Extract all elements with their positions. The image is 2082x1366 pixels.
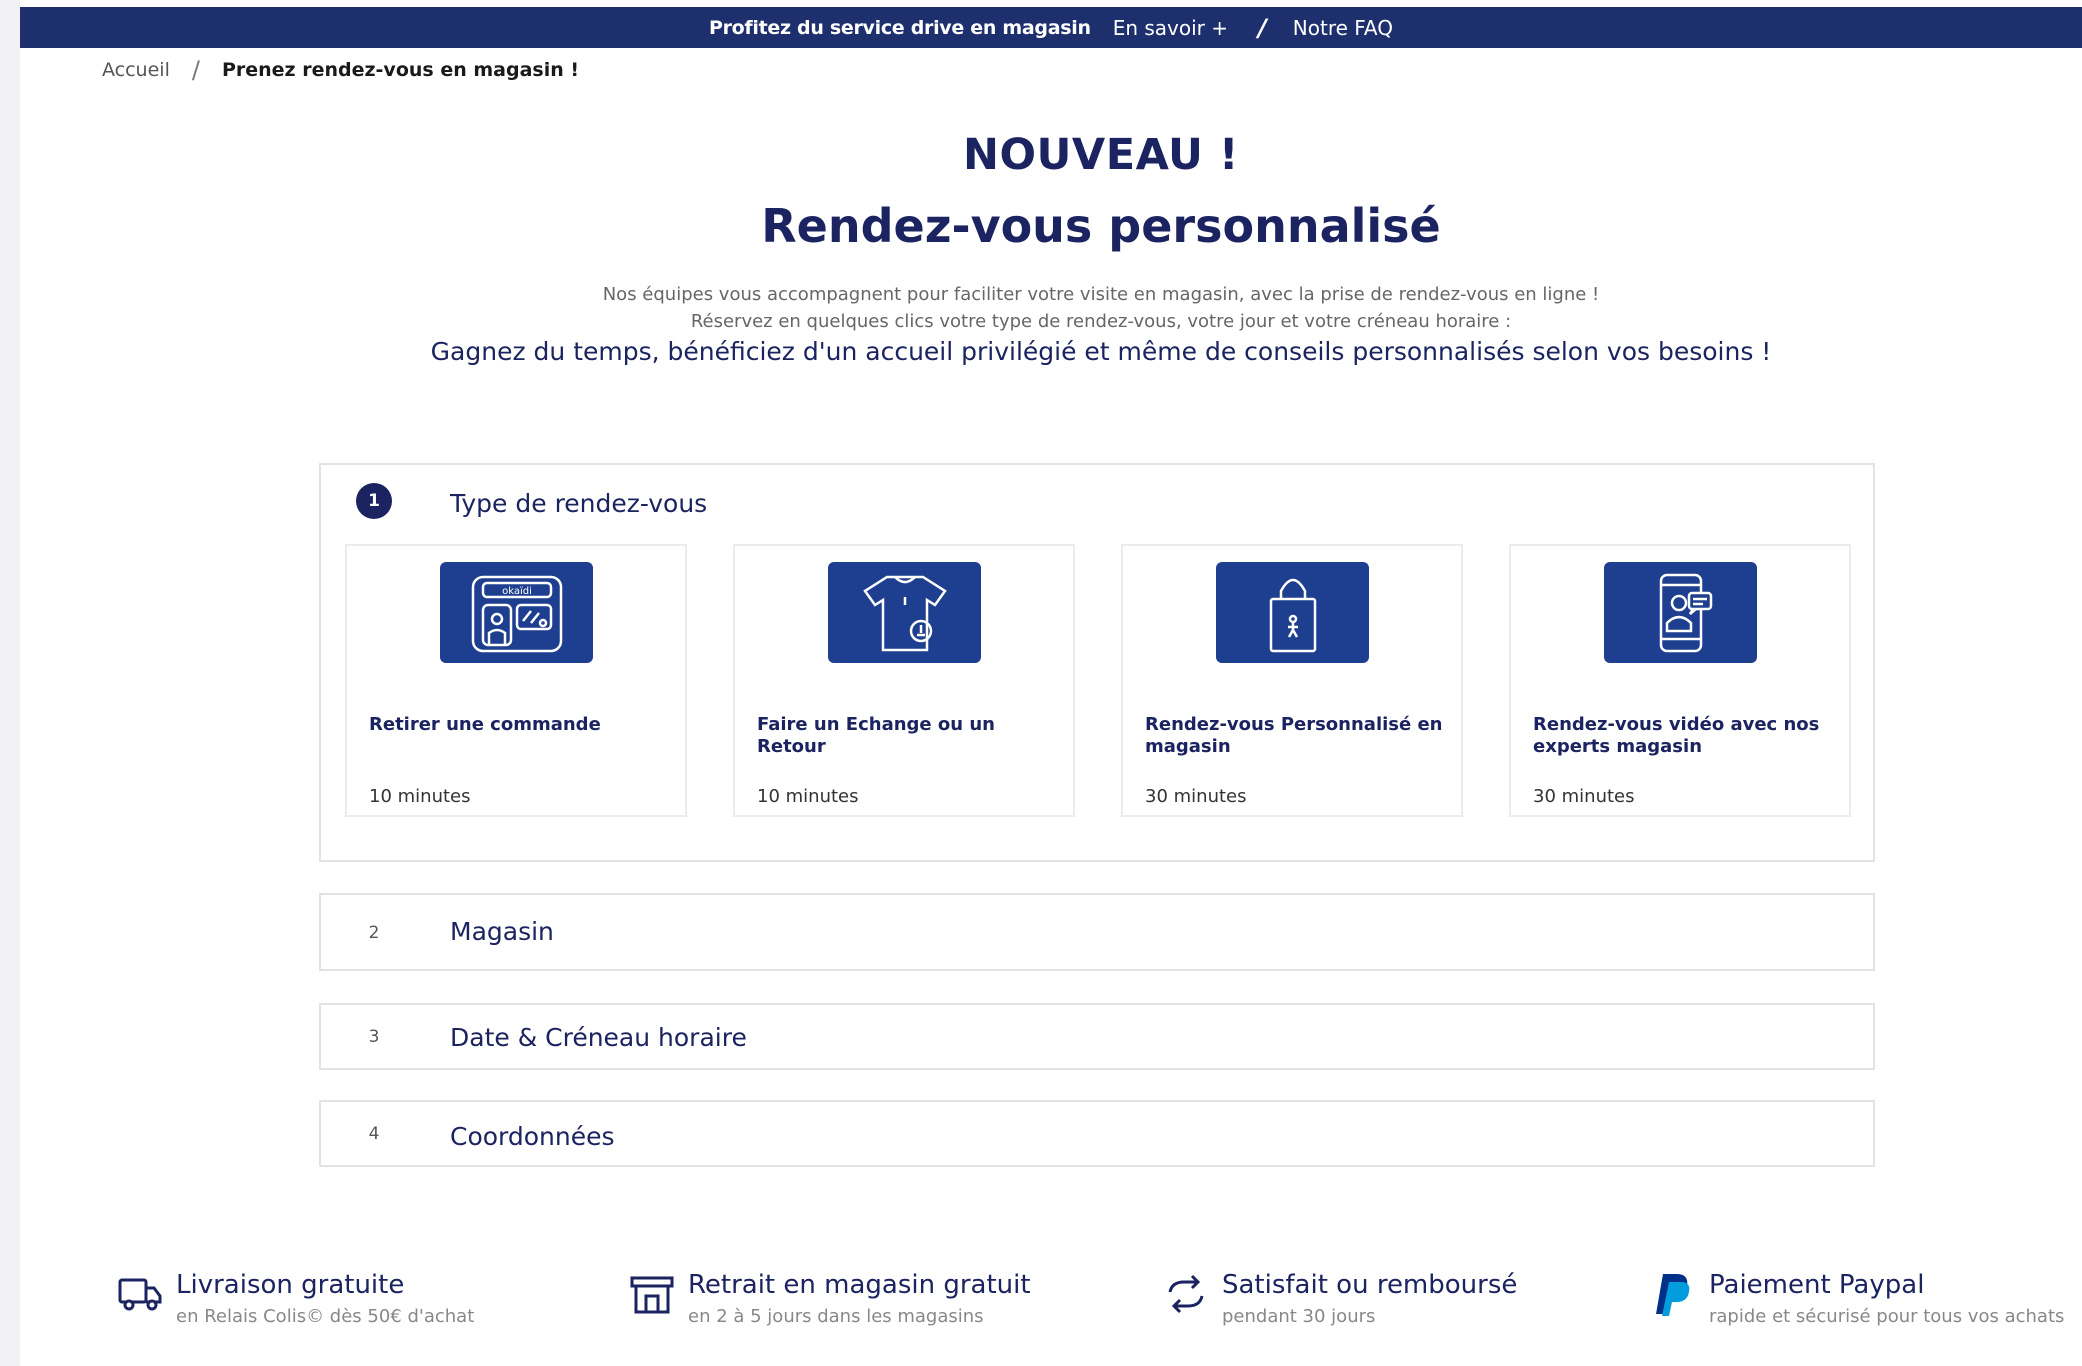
- tshirt-exchange-icon: [828, 562, 981, 663]
- feature-subtitle: pendant 30 jours: [1222, 1306, 1376, 1327]
- intro-line-2: Réservez en quelques clics votre type de…: [690, 311, 1512, 332]
- feature-paypal: Paiement Paypal rapide et sécurisé pour …: [1649, 1270, 2064, 1327]
- feature-title: Satisfait ou remboursé: [1222, 1270, 1518, 1300]
- store-sign-text: okaïdi: [502, 586, 532, 597]
- card-title: Rendez-vous vidéo avec nos experts magas…: [1533, 714, 1820, 757]
- card-duration: 10 minutes: [369, 786, 471, 807]
- banner-separator: /: [1258, 13, 1267, 42]
- card-pickup-order[interactable]: okaïdi Retirer une commande 10 minutes: [345, 544, 687, 817]
- appointment-type-cards: okaïdi Retirer une commande 10 minutes F…: [345, 544, 1851, 817]
- step-store[interactable]: 2 Magasin: [319, 893, 1875, 971]
- step-appointment-type: 1 Type de rendez-vous okaïdi Retirer une…: [319, 463, 1875, 862]
- feature-satisfaction: Satisfait ou remboursé pendant 30 jours: [1162, 1270, 1517, 1327]
- banner-learn-more-link[interactable]: En savoir +: [1113, 16, 1228, 40]
- step-number: 4: [368, 1124, 380, 1144]
- card-duration: 10 minutes: [757, 786, 859, 807]
- breadcrumb: Accueil / Prenez rendez-vous en magasin …: [102, 56, 579, 84]
- store-pickup-icon: okaïdi: [440, 562, 593, 663]
- store-icon: [630, 1276, 674, 1314]
- step-label: Coordonnées: [450, 1122, 615, 1151]
- breadcrumb-home-link[interactable]: Accueil: [102, 59, 170, 81]
- feature-store-pickup: Retrait en magasin gratuit en 2 à 5 jour…: [628, 1270, 1031, 1327]
- page-kicker: NOUVEAU !: [962, 130, 1240, 180]
- card-video-appointment[interactable]: Rendez-vous vidéo avec nos experts magas…: [1509, 544, 1851, 817]
- step-contact-details[interactable]: 4 Coordonnées: [319, 1100, 1875, 1167]
- page: Profitez du service drive en magasin En …: [20, 0, 2082, 1366]
- truck-icon: [118, 1278, 162, 1311]
- card-title: Faire un Echange ou un Retour: [757, 714, 995, 757]
- step-number: 2: [368, 923, 380, 943]
- refresh-icon: [1168, 1274, 1204, 1314]
- step-number-badge: 1: [356, 483, 392, 519]
- feature-subtitle: en 2 à 5 jours dans les magasins: [688, 1306, 984, 1327]
- video-call-icon: [1604, 562, 1757, 663]
- card-title: Retirer une commande: [369, 714, 601, 735]
- step-date-slot[interactable]: 3 Date & Créneau horaire: [319, 1003, 1875, 1070]
- banner-promo-text: Profitez du service drive en magasin: [708, 16, 1091, 39]
- intro-line-1: Nos équipes vous accompagnent pour facil…: [602, 284, 1600, 305]
- card-personal-appointment[interactable]: Rendez-vous Personnalisé en magasin 30 m…: [1121, 544, 1463, 817]
- feature-subtitle: en Relais Colis© dès 50€ d'achat: [176, 1306, 475, 1327]
- shopping-bag-icon: [1216, 562, 1369, 663]
- card-title: Rendez-vous Personnalisé en magasin: [1145, 714, 1443, 757]
- step-label: Date & Créneau horaire: [450, 1023, 747, 1052]
- page-title: Rendez-vous personnalisé: [761, 199, 1441, 253]
- feature-free-delivery: Livraison gratuite en Relais Colis© dès …: [116, 1270, 474, 1327]
- banner-faq-link[interactable]: Notre FAQ: [1293, 16, 1393, 40]
- top-banner: Profitez du service drive en magasin En …: [20, 7, 2082, 48]
- step-label: Type de rendez-vous: [450, 489, 708, 518]
- feature-subtitle: rapide et sécurisé pour tous vos achats: [1709, 1306, 2065, 1327]
- feature-title: Paiement Paypal: [1709, 1270, 1925, 1300]
- card-duration: 30 minutes: [1145, 786, 1247, 807]
- card-duration: 30 minutes: [1533, 786, 1635, 807]
- step-number: 3: [368, 1027, 380, 1047]
- paypal-icon: [1656, 1274, 1690, 1316]
- feature-title: Retrait en magasin gratuit: [688, 1270, 1031, 1300]
- breadcrumb-current: Prenez rendez-vous en magasin !: [221, 59, 580, 81]
- step-label: Magasin: [450, 917, 554, 946]
- card-exchange-return[interactable]: Faire un Echange ou un Retour 10 minutes: [733, 544, 1075, 817]
- feature-title: Livraison gratuite: [176, 1270, 405, 1300]
- intro-highlight: Gagnez du temps, bénéficiez d'un accueil…: [430, 337, 1772, 366]
- breadcrumb-separator: /: [191, 56, 200, 84]
